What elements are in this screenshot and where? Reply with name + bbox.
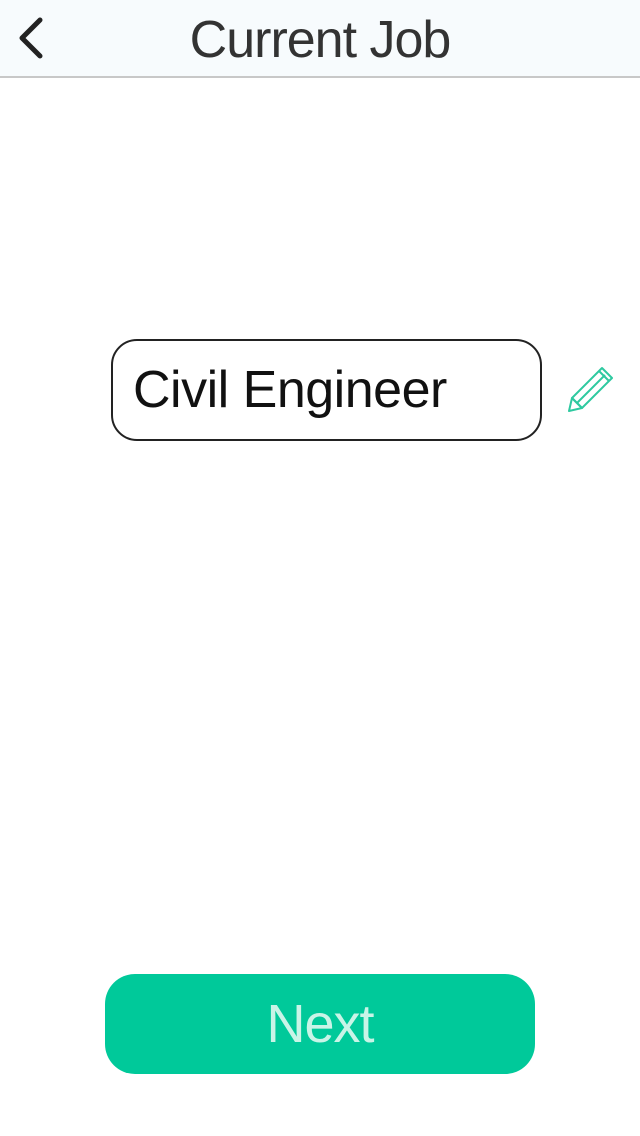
back-button[interactable] — [6, 10, 56, 66]
next-button-label: Next — [266, 994, 374, 1054]
edit-button[interactable] — [566, 364, 618, 416]
page-title: Current Job — [189, 11, 452, 69]
pencil-icon — [568, 367, 613, 412]
chevron-left-icon — [19, 17, 43, 59]
navigation-bar: Current Job — [0, 0, 640, 78]
job-input[interactable] — [133, 341, 523, 439]
screen: Current Job Next — [0, 0, 640, 1136]
next-button[interactable]: Next — [105, 974, 535, 1074]
job-field[interactable] — [111, 339, 542, 441]
